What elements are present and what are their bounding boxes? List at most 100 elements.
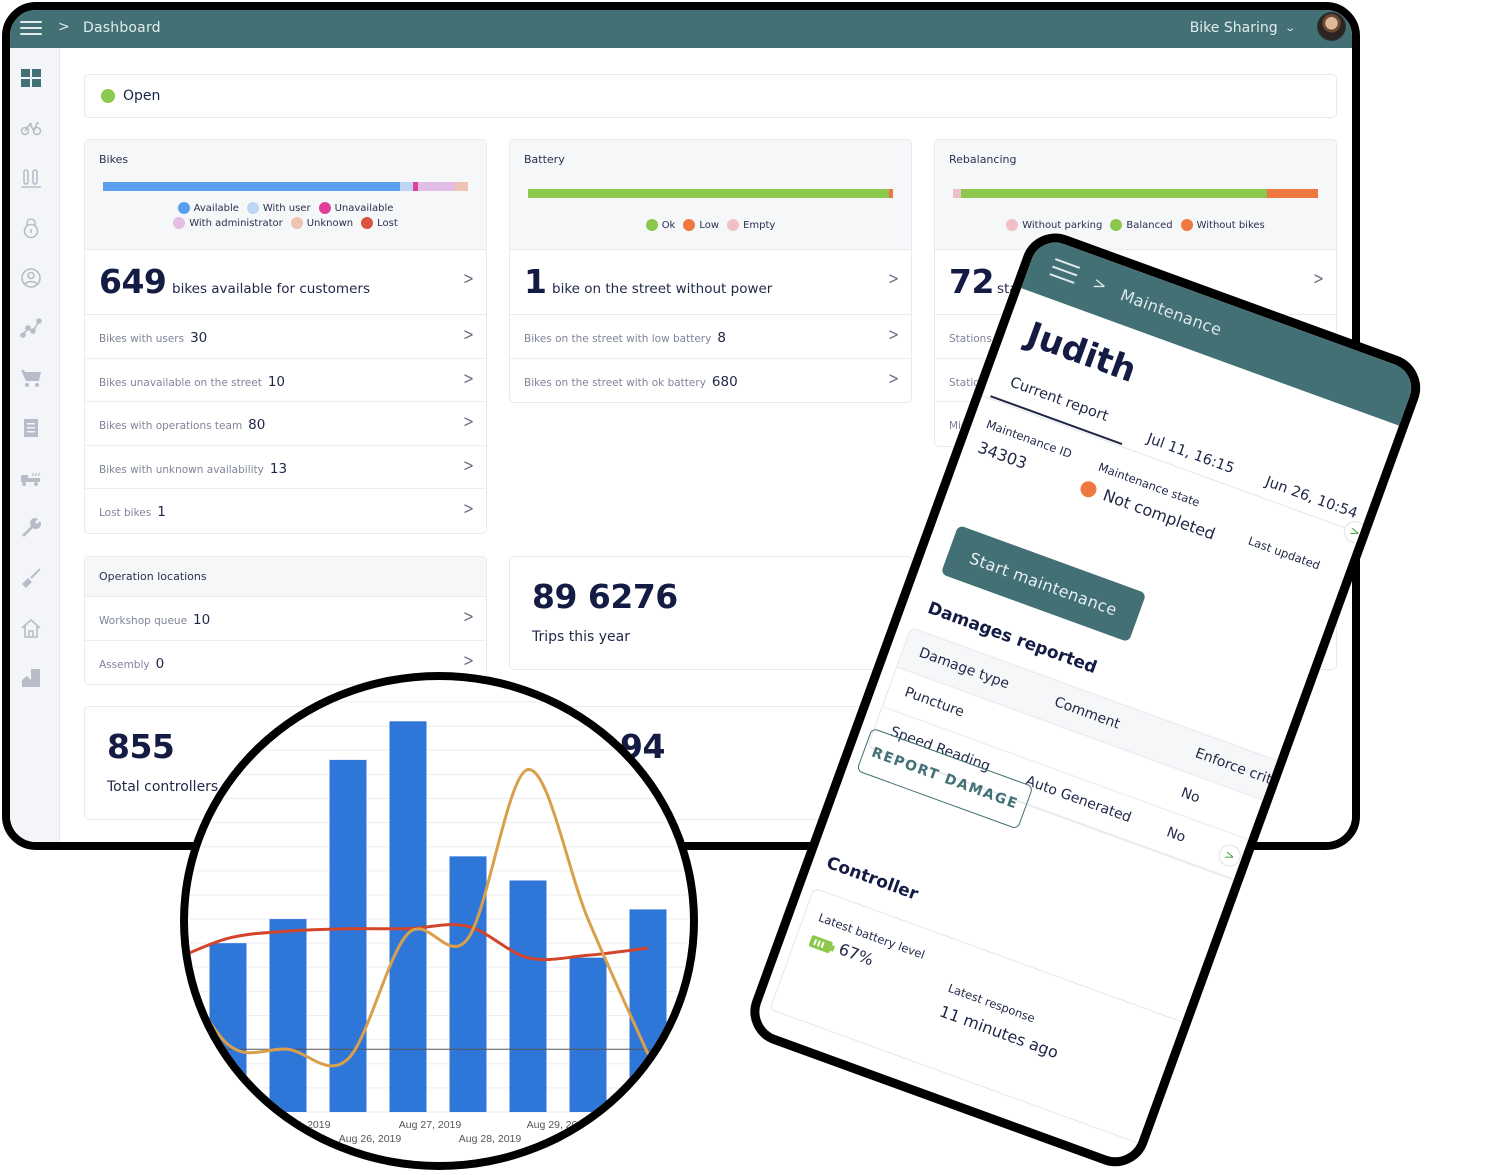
grid-icon [21, 69, 41, 87]
legend-item: With administrator [173, 217, 283, 229]
chevron-right-icon: > [888, 269, 899, 290]
sidebar-item-bikes[interactable] [20, 117, 42, 139]
row-next-button[interactable]: > [1215, 841, 1244, 870]
bikes-without-power-count: 1 [524, 262, 547, 301]
legend-label: Available [193, 202, 239, 214]
sidebar-item-locks[interactable] [20, 217, 42, 239]
building-icon [22, 669, 40, 687]
tab-current-report[interactable]: Current report [1008, 375, 1111, 425]
breadcrumb-maintenance[interactable]: Maintenance [1118, 285, 1224, 339]
bikes-without-power-row[interactable]: 1 bike on the street without power > [510, 250, 911, 315]
organization-selector[interactable]: Bike Sharing ⌄ [1190, 20, 1296, 36]
list-item-value: 10 [193, 612, 211, 628]
home-icon [21, 618, 41, 638]
breadcrumb-dashboard[interactable]: Dashboard [83, 20, 161, 36]
enforce-cell: No [1164, 824, 1188, 846]
bike-name-title: Judith [1021, 314, 1142, 391]
stations-balanced-count: 72 [949, 262, 994, 301]
bike-icon [20, 122, 42, 136]
chevron-right-icon: > [888, 369, 899, 389]
controllers-count: 855 [107, 727, 175, 766]
damage-type-cell: Puncture [902, 684, 967, 721]
legend-swatch [290, 217, 303, 229]
sidebar [10, 48, 60, 842]
sidebar-item-home[interactable] [20, 617, 42, 639]
legend-swatch [727, 219, 740, 231]
breadcrumb-separator: > [1090, 273, 1110, 296]
x-tick-label: Aug 27, 2019 [399, 1119, 462, 1131]
list-item-label: Workshop queue 10 [99, 612, 211, 628]
sidebar-item-shop[interactable] [20, 367, 42, 389]
list-item[interactable]: Bikes with users 30 > [85, 315, 486, 359]
trips-label: Trips this year [532, 629, 630, 645]
chevron-right-icon: > [463, 325, 474, 346]
operation-locations-rows: Workshop queue 10 > Assembly 0 > [85, 597, 486, 684]
status-dot [101, 89, 115, 103]
bikes-legend: Available With user Unavailable With admini… [85, 202, 486, 229]
list-item[interactable]: Bikes with operations team 80 > [85, 402, 486, 446]
legend-label: Lost [377, 217, 398, 229]
list-item[interactable]: Workshop queue 10 > [85, 597, 486, 641]
rebalancing-legend: Without parking Balanced Without bikes [935, 219, 1336, 231]
sidebar-item-analytics[interactable] [20, 317, 42, 339]
bar-segment-with-administrator [418, 182, 455, 191]
chevron-right-icon: > [888, 325, 899, 346]
controller-card: Latest battery level 67% Latest response… [769, 887, 1190, 1147]
user-avatar[interactable] [1317, 12, 1346, 41]
list-item[interactable]: Bikes on the street with ok battery 680 > [510, 359, 911, 403]
card-title: Operation locations [99, 570, 207, 583]
list-item-label: Lost bikes 1 [99, 504, 166, 520]
list-item-value: 0 [155, 655, 165, 672]
legend-swatch [1006, 219, 1019, 231]
chevron-right-icon: > [1222, 847, 1237, 864]
sidebar-item-receipts[interactable] [20, 417, 42, 439]
list-item[interactable]: Bikes on the street with low battery 8 > [510, 315, 911, 359]
sidebar-item-tools[interactable] [20, 567, 42, 589]
list-item-label: Bikes on the street with ok battery 680 [524, 373, 738, 390]
list-item[interactable]: Lost bikes 1 > [85, 489, 486, 533]
sidebar-item-maintenance[interactable] [20, 517, 42, 539]
sidebar-item-stations[interactable] [20, 167, 42, 189]
chevron-down-icon: ⌄ [1283, 22, 1296, 34]
bar [569, 957, 607, 1112]
trips-stat-card: 89 6276 Trips this year [509, 556, 912, 670]
enforce-cell: No [1178, 784, 1203, 807]
battery-card: Battery Ok Low Empty 1 bike on the street … [509, 139, 912, 403]
sidebar-item-buildings[interactable] [20, 667, 42, 689]
legend-item: Unavailable [318, 202, 393, 214]
battery-icon [808, 934, 834, 954]
sidebar-item-users[interactable] [20, 267, 42, 289]
status-label: Open [123, 88, 161, 104]
bar-segment-ok [528, 189, 889, 198]
bar-segment-unknown [454, 182, 468, 191]
legend-item: Without bikes [1180, 219, 1265, 231]
bar [389, 721, 427, 1112]
bikes-available-count: 649 [99, 262, 167, 301]
sidebar-item-logistics[interactable] [20, 467, 42, 489]
bar [449, 856, 487, 1112]
legend-label: Unknown [306, 217, 354, 229]
legend-swatch [645, 219, 658, 231]
last-updated-label: Last updated [1246, 533, 1323, 573]
top-navigation-bar: > Dashboard Bike Sharing ⌄ [10, 10, 1352, 48]
bar-line-chart: nin 25, 2019 Aug 26, 2019 Aug 27, 2019 Aug 2… [188, 685, 690, 1145]
bikes-available-row[interactable]: 649 bikes available for customers > [85, 250, 486, 315]
legend-label: Empty [743, 219, 776, 231]
sidebar-item-dashboard[interactable] [20, 67, 42, 89]
chevron-right-icon: > [463, 369, 474, 389]
operation-locations-card: Operation locations Workshop queue 10 > Ass… [84, 556, 487, 685]
bar-segment-without-parking [953, 189, 962, 198]
legend-item: Ok [645, 219, 675, 231]
hamburger-menu-icon[interactable] [1047, 258, 1081, 289]
legend-label: Low [699, 219, 720, 231]
list-item[interactable]: Bikes unavailable on the street 10 > [85, 359, 486, 402]
chevron-right-icon: > [463, 412, 474, 433]
list-item-value: 13 [269, 460, 288, 477]
chart-magnifier-lens: nin 25, 2019 Aug 26, 2019 Aug 27, 2019 Aug 2… [180, 672, 698, 1170]
tabs-next-button[interactable]: > [1340, 517, 1370, 547]
list-item[interactable]: Bikes with unknown availability 13 > [85, 446, 486, 489]
hamburger-menu-icon[interactable] [20, 18, 42, 36]
bar-segment-with-user [400, 182, 414, 191]
lock-icon [23, 218, 39, 239]
list-item-label: Bikes on the street with low battery 8 [524, 330, 726, 346]
